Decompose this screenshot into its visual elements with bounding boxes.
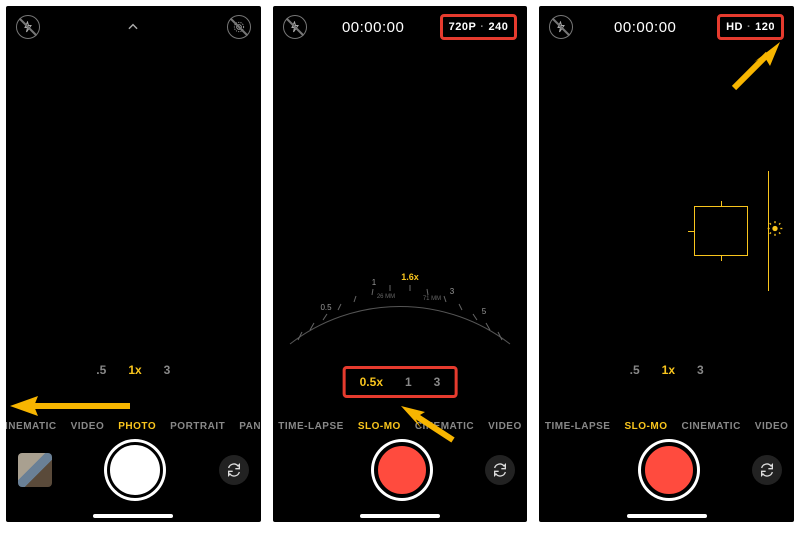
fps-label: 120 (755, 21, 775, 33)
svg-text:5: 5 (482, 307, 487, 316)
fps-label: 240 (488, 21, 508, 33)
zoom-1x-selected[interactable]: 1x (662, 363, 675, 377)
svg-text:1.6x: 1.6x (401, 272, 419, 282)
spacer (551, 453, 585, 487)
spacer (285, 453, 319, 487)
chevron-up-icon[interactable] (122, 16, 144, 38)
mode-cinematic[interactable]: CINEMATIC (681, 421, 740, 432)
annotation-arrow-to-resolution (730, 42, 780, 92)
zoom-3[interactable]: 3 (697, 363, 704, 377)
svg-text:71 MM: 71 MM (423, 296, 441, 302)
zoom-3[interactable]: 3 (164, 363, 171, 377)
shutter-button[interactable] (107, 442, 163, 498)
mode-portrait[interactable]: PORTRAIT (170, 421, 225, 432)
svg-text:1: 1 (372, 278, 377, 287)
bottom-controls (539, 442, 794, 498)
resolution-fps-chip[interactable]: 720P · 240 (440, 14, 518, 40)
mode-time-lapse[interactable]: TIME-LAPSE (278, 421, 344, 432)
focus-reticle[interactable] (694, 206, 748, 256)
mode-video[interactable]: VIDEO (755, 421, 789, 432)
zoom-selector[interactable]: .5 1x 3 (6, 363, 261, 377)
camera-flip-button[interactable] (752, 455, 782, 485)
record-timer: 00:00:00 (342, 19, 404, 36)
mode-strip[interactable]: CINEMATIC VIDEO PHOTO PORTRAIT PANO (6, 421, 261, 432)
record-button[interactable] (641, 442, 697, 498)
mode-cinematic[interactable]: CINEMATIC (6, 421, 57, 432)
bottom-controls (6, 442, 261, 498)
zoom-3[interactable]: 3 (434, 375, 441, 389)
top-bar: 00:00:00 HD · 120 (545, 12, 788, 42)
svg-text:3: 3 (450, 287, 455, 296)
separator-dot-icon: · (480, 21, 484, 33)
zoom-0-5[interactable]: .5 (630, 363, 640, 377)
mode-video[interactable]: VIDEO (71, 421, 105, 432)
mode-video[interactable]: VIDEO (488, 421, 522, 432)
mode-time-lapse[interactable]: TIME-LAPSE (545, 421, 611, 432)
svg-text:26 MM: 26 MM (377, 294, 395, 300)
home-indicator[interactable] (360, 514, 440, 518)
zoom-0-5[interactable]: .5 (96, 363, 106, 377)
zoom-1[interactable]: 1 (405, 375, 412, 389)
sun-exposure-icon[interactable] (767, 221, 783, 242)
screenshot-triptych: .5 1x 3 CINEMATIC VIDEO PHOTO PORTRAIT P… (0, 0, 800, 542)
resolution-label: HD (726, 21, 743, 33)
live-photo-off-icon[interactable] (227, 15, 251, 39)
flash-off-icon[interactable] (16, 15, 40, 39)
record-timer: 00:00:00 (614, 19, 676, 36)
zoom-dial[interactable]: 0.5 1 1.6x 26 MM 71 MM 3 5 (280, 260, 520, 350)
bottom-controls (273, 442, 528, 498)
mode-photo-selected[interactable]: PHOTO (118, 421, 156, 432)
svg-text:0.5: 0.5 (320, 303, 332, 312)
home-indicator[interactable] (627, 514, 707, 518)
camera-flip-button[interactable] (485, 455, 515, 485)
flash-off-icon[interactable] (283, 15, 307, 39)
separator-dot-icon: · (747, 21, 751, 33)
mode-pano[interactable]: PANO (239, 421, 260, 432)
zoom-selector[interactable]: .5 1x 3 (539, 363, 794, 377)
top-bar: 00:00:00 720P · 240 (279, 12, 522, 42)
zoom-selector[interactable]: 0.5x 1 3 (343, 366, 458, 398)
mode-slomo-selected[interactable]: SLO-MO (624, 421, 667, 432)
phone-photo-mode: .5 1x 3 CINEMATIC VIDEO PHOTO PORTRAIT P… (6, 6, 261, 522)
resolution-label: 720P (449, 21, 477, 33)
annotation-arrow-left (10, 394, 130, 418)
mode-slomo-selected[interactable]: SLO-MO (358, 421, 401, 432)
zoom-1x-selected[interactable]: 1x (128, 363, 141, 377)
mode-strip[interactable]: TIME-LAPSE SLO-MO CINEMATIC VIDEO (273, 421, 528, 432)
phone-slomo-zoom-dial: 00:00:00 720P · 240 (273, 6, 528, 522)
home-indicator[interactable] (93, 514, 173, 518)
last-photo-thumbnail[interactable] (18, 453, 52, 487)
top-bar (12, 12, 255, 42)
camera-flip-button[interactable] (219, 455, 249, 485)
phone-slomo-focus-locked: 00:00:00 HD · 120 .5 (539, 6, 794, 522)
mode-cinematic[interactable]: CINEMATIC (415, 421, 474, 432)
mode-strip[interactable]: TIME-LAPSE SLO-MO CINEMATIC VIDEO (539, 421, 794, 432)
resolution-fps-chip[interactable]: HD · 120 (717, 14, 784, 40)
flash-off-icon[interactable] (549, 15, 573, 39)
zoom-0-5x-selected[interactable]: 0.5x (360, 375, 383, 389)
record-button[interactable] (374, 442, 430, 498)
